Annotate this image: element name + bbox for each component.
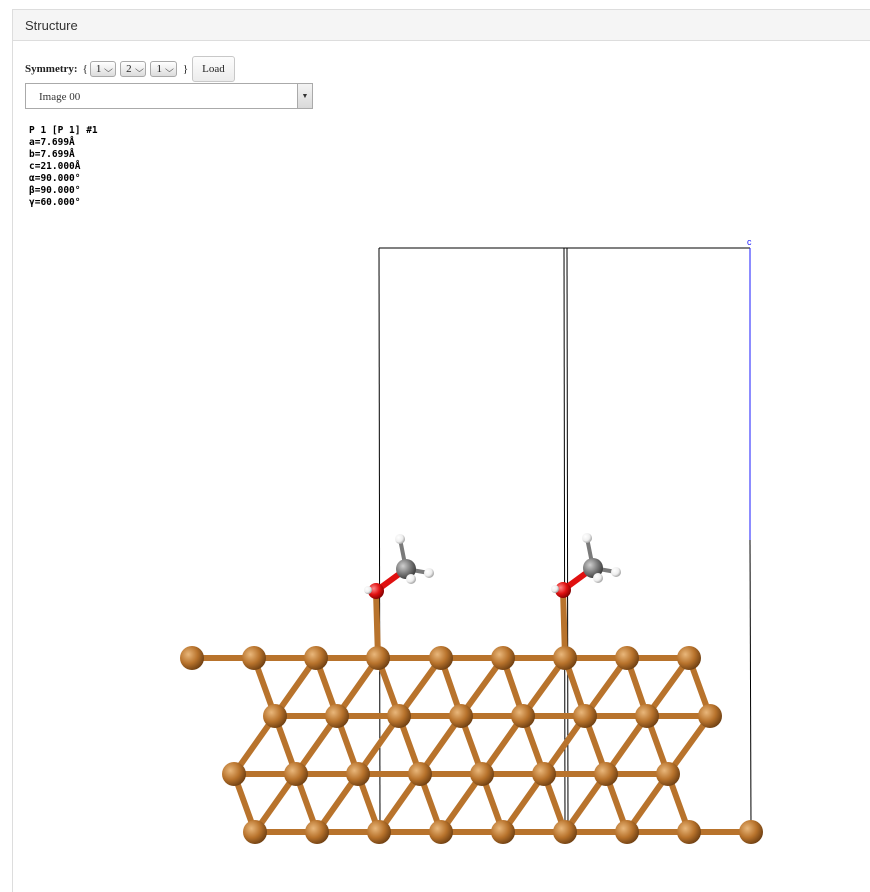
substrate-atom[interactable]: [698, 704, 722, 728]
substrate-atom[interactable]: [304, 646, 328, 670]
substrate-atom[interactable]: [532, 762, 556, 786]
substrate-atom[interactable]: [408, 762, 432, 786]
substrate-atom[interactable]: [739, 820, 763, 844]
substrate-atom[interactable]: [346, 762, 370, 786]
hydrogen-atom[interactable]: [424, 568, 434, 578]
substrate-atom[interactable]: [366, 646, 390, 670]
substrate-atom[interactable]: [677, 646, 701, 670]
substrate-atom[interactable]: [305, 820, 329, 844]
substrate-atom[interactable]: [449, 704, 473, 728]
c-axis-label: c: [747, 237, 752, 247]
substrate-atom[interactable]: [180, 646, 204, 670]
bond-layer: [189, 536, 754, 835]
substrate-atom[interactable]: [635, 704, 659, 728]
substrate-atom[interactable]: [677, 820, 701, 844]
substrate-atom[interactable]: [553, 646, 577, 670]
cell-edge-right: [749, 539, 752, 829]
substrate-atom[interactable]: [553, 820, 577, 844]
substrate-atom[interactable]: [429, 820, 453, 844]
substrate-atom[interactable]: [511, 704, 535, 728]
substrate-atom[interactable]: [594, 762, 618, 786]
structure-viewer[interactable]: c: [0, 0, 870, 891]
hydrogen-atom[interactable]: [611, 567, 621, 577]
substrate-atom[interactable]: [222, 762, 246, 786]
hydrogen-atom[interactable]: [395, 534, 405, 544]
hydrogen-atom[interactable]: [593, 573, 603, 583]
substrate-atom[interactable]: [615, 646, 639, 670]
substrate-atom[interactable]: [573, 704, 597, 728]
substrate-atom[interactable]: [470, 762, 494, 786]
substrate-atom[interactable]: [284, 762, 308, 786]
substrate-atom[interactable]: [242, 646, 266, 670]
hydrogen-atom[interactable]: [406, 574, 416, 584]
substrate-atom[interactable]: [325, 704, 349, 728]
substrate-atom[interactable]: [656, 762, 680, 786]
substrate-atom[interactable]: [615, 820, 639, 844]
substrate-atom[interactable]: [491, 646, 515, 670]
substrate-atom[interactable]: [429, 646, 453, 670]
hydrogen-atom[interactable]: [364, 586, 372, 594]
substrate-atom[interactable]: [263, 704, 287, 728]
hydrogen-atom[interactable]: [582, 533, 592, 543]
substrate-atom[interactable]: [243, 820, 267, 844]
hydrogen-atom[interactable]: [551, 585, 559, 593]
substrate-atom[interactable]: [491, 820, 515, 844]
substrate-atom[interactable]: [367, 820, 391, 844]
substrate-atom[interactable]: [387, 704, 411, 728]
